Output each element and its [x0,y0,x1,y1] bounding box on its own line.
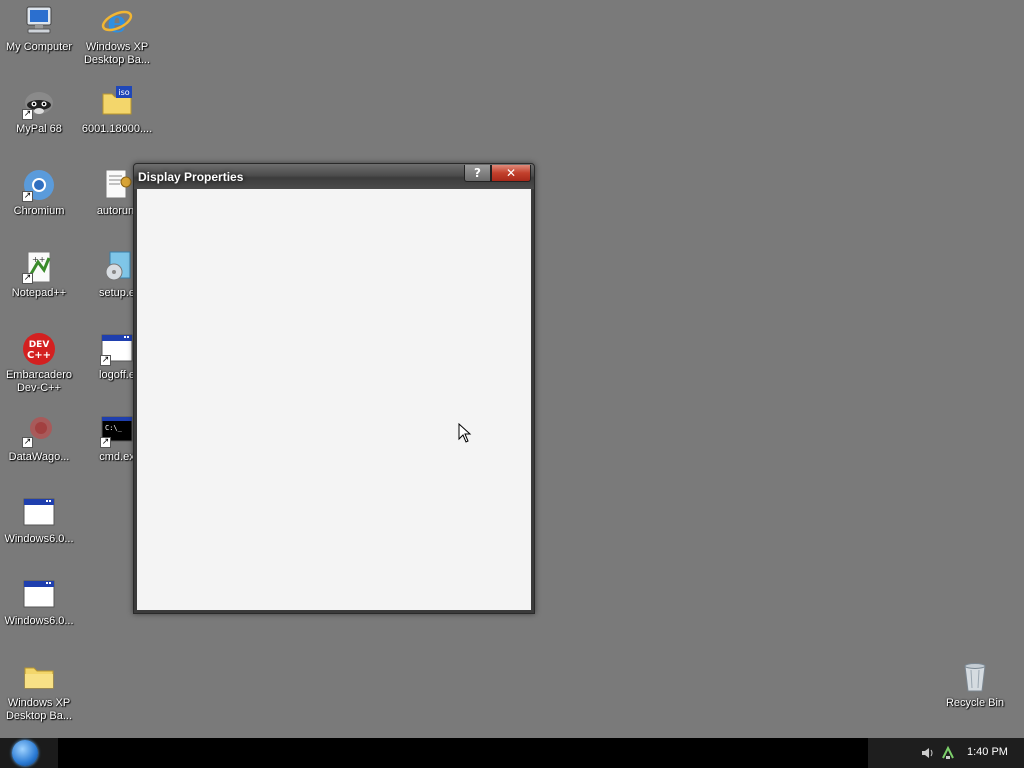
windows-start-orb-icon [12,740,38,766]
network-icon[interactable] [940,745,956,761]
help-icon: ? [474,166,481,180]
dialog-titlebar[interactable]: Display Properties ? ✕ [134,164,534,189]
svg-text:++: ++ [32,255,45,264]
computer-icon [22,4,56,38]
autorun-settings-icon [100,168,134,202]
dialog-client-area [137,189,531,610]
desktop-icon-label: Windows XP Desktop Ba... [83,41,151,66]
desktop-icon-label: Recycle Bin [945,697,1005,709]
desktop-icon-datawagon[interactable]: ↗ DataWago... [0,414,78,464]
desktop-icon-label: 6001.18000.... [81,123,153,135]
volume-icon[interactable] [920,745,936,761]
svg-text:iso: iso [118,88,129,97]
desktop-icon-chromium[interactable]: ↗ Chromium [0,168,78,218]
application-window-icon: ↗ [100,332,134,366]
dialog-title: Display Properties [138,170,244,184]
desktop-icon-xp-backgrounds-ie[interactable]: e Windows XP Desktop Ba... [78,4,156,67]
notepadpp-icon: ++ ↗ [22,250,56,284]
desktop-icon-my-computer[interactable]: My Computer [0,4,78,54]
desktop: My Computer ↗ MyPal 68 ↗ Chromium ++ ↗ N… [0,0,1024,738]
system-tray: 1:40 PM [868,738,1024,768]
mypal-raccoon-icon: ↗ [22,86,56,120]
shortcut-arrow-icon: ↗ [22,437,33,448]
desktop-icon-label: MyPal 68 [16,123,62,135]
iso-folder-icon: iso [100,86,134,120]
desktop-icon-label: Embarcadero Dev-C++ [5,369,73,394]
desktop-icon-label: Windows6.0... [4,533,74,545]
desktop-icon-label: Chromium [13,205,65,217]
command-prompt-icon: C:\_ ↗ [100,414,134,448]
help-button[interactable]: ? [464,165,491,182]
devcpp-icon: DEV C++ [22,332,56,366]
shortcut-arrow-icon: ↗ [22,109,33,120]
tray-clock[interactable]: 1:40 PM [967,746,1008,758]
recycle-bin-icon [958,660,992,694]
desktop-icon-windows60-b[interactable]: Windows6.0... [0,578,78,628]
svg-text:e: e [107,5,126,38]
desktop-icon-iso-6001[interactable]: iso 6001.18000.... [78,86,156,136]
shortcut-arrow-icon: ↗ [100,355,111,366]
shortcut-arrow-icon: ↗ [22,191,33,202]
desktop-icon-label: Notepad++ [11,287,67,299]
desktop-icon-devcpp[interactable]: DEV C++ Embarcadero Dev-C++ [0,332,78,395]
desktop-icon-windows60-a[interactable]: Windows6.0... [0,496,78,546]
desktop-icon-label: Windows6.0... [4,615,74,627]
chromium-icon: ↗ [22,168,56,202]
start-button[interactable] [0,738,58,768]
close-icon: ✕ [505,166,517,180]
svg-text:DEV: DEV [29,340,50,350]
folder-icon [22,660,56,694]
datawagon-icon: ↗ [22,414,56,448]
mouse-cursor-icon [458,423,472,443]
display-properties-dialog: Display Properties ? ✕ [133,163,535,614]
svg-text:C++: C++ [27,350,51,361]
close-button[interactable]: ✕ [491,165,531,182]
shortcut-arrow-icon: ↗ [22,273,33,284]
desktop-icon-label: DataWago... [8,451,70,463]
desktop-icon-recycle-bin[interactable]: Recycle Bin [936,660,1014,710]
desktop-icon-notepadpp[interactable]: ++ ↗ Notepad++ [0,250,78,300]
desktop-icon-mypal[interactable]: ↗ MyPal 68 [0,86,78,136]
taskbar: 1:40 PM [0,738,1024,768]
desktop-icon-label: Windows XP Desktop Ba... [5,697,73,722]
application-window-icon [22,578,56,612]
shortcut-arrow-icon: ↗ [100,437,111,448]
application-window-icon [22,496,56,530]
desktop-icon-xp-backgrounds-folder[interactable]: Windows XP Desktop Ba... [0,660,78,723]
setup-installer-icon [100,250,134,284]
internet-explorer-icon: e [100,4,134,40]
desktop-icon-label: My Computer [5,41,73,53]
svg-text:C:\_: C:\_ [105,424,123,432]
